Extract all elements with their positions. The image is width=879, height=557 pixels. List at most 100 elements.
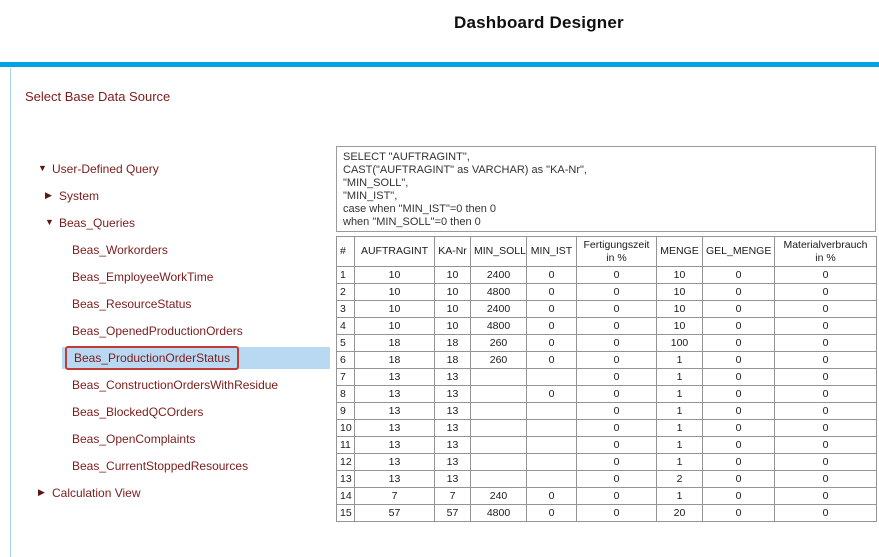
table-row: 8131300100 bbox=[337, 386, 877, 403]
chevron-right-icon[interactable]: ▶ bbox=[45, 191, 59, 200]
table-cell: 13 bbox=[355, 454, 435, 471]
table-row: 110102400001000 bbox=[337, 267, 877, 284]
table-cell: 10 bbox=[657, 284, 703, 301]
table-cell bbox=[527, 437, 577, 454]
tree-item-label: Beas_OpenComplaints bbox=[72, 432, 195, 446]
table-cell: 13 bbox=[435, 454, 471, 471]
tree-item-beas-currentstoppedresources[interactable]: Beas_CurrentStoppedResources bbox=[25, 452, 330, 479]
table-cell: 0 bbox=[703, 335, 775, 352]
table-cell: 57 bbox=[355, 505, 435, 522]
chevron-down-icon[interactable]: ▼ bbox=[38, 164, 52, 173]
chevron-down-icon[interactable]: ▼ bbox=[45, 218, 59, 227]
table-cell: 10 bbox=[657, 301, 703, 318]
table-row: 1557574800002000 bbox=[337, 505, 877, 522]
table-cell: 13 bbox=[435, 403, 471, 420]
table-cell: 13 bbox=[355, 386, 435, 403]
table-cell: 0 bbox=[775, 369, 877, 386]
table-cell: 2400 bbox=[471, 301, 527, 318]
table-cell: 0 bbox=[775, 318, 877, 335]
table-cell: 18 bbox=[355, 352, 435, 369]
table-cell: 15 bbox=[337, 505, 355, 522]
tree-item-beas-resourcestatus[interactable]: Beas_ResourceStatus bbox=[25, 290, 330, 317]
table-cell: 10 bbox=[337, 420, 355, 437]
table-row: 1213130100 bbox=[337, 454, 877, 471]
table-cell: 0 bbox=[577, 454, 657, 471]
table-cell bbox=[527, 369, 577, 386]
table-cell: 0 bbox=[703, 420, 775, 437]
table-cell: 0 bbox=[527, 386, 577, 403]
tree-item-beas-opencomplaints[interactable]: Beas_OpenComplaints bbox=[25, 425, 330, 452]
table-row: 1013130100 bbox=[337, 420, 877, 437]
tree-item-beas-queries[interactable]: ▼Beas_Queries bbox=[25, 209, 330, 236]
table-cell: 0 bbox=[527, 488, 577, 505]
table-cell: 0 bbox=[775, 488, 877, 505]
tree-item-beas-constructionorderswithresidue[interactable]: Beas_ConstructionOrdersWithResidue bbox=[25, 371, 330, 398]
table-cell: 0 bbox=[577, 335, 657, 352]
tree-item-calculation-view[interactable]: ▶Calculation View bbox=[25, 479, 330, 506]
table-cell: 1 bbox=[337, 267, 355, 284]
table-cell bbox=[471, 386, 527, 403]
table-cell: 100 bbox=[657, 335, 703, 352]
tree-item-user-defined-query[interactable]: ▼User-Defined Query bbox=[25, 155, 330, 182]
table-cell: 0 bbox=[775, 284, 877, 301]
table-cell: 18 bbox=[355, 335, 435, 352]
table-cell: 9 bbox=[337, 403, 355, 420]
table-cell: 260 bbox=[471, 352, 527, 369]
table-cell: 13 bbox=[355, 471, 435, 488]
table-cell: 3 bbox=[337, 301, 355, 318]
table-cell: 0 bbox=[703, 369, 775, 386]
column-header: Materialverbrauch in % bbox=[775, 237, 877, 267]
table-cell: 5 bbox=[337, 335, 355, 352]
table-row: 913130100 bbox=[337, 403, 877, 420]
tree-item-content: Calculation View bbox=[52, 482, 330, 504]
table-row: 147724000100 bbox=[337, 488, 877, 505]
table-cell: 10 bbox=[435, 267, 471, 284]
table-cell bbox=[471, 403, 527, 420]
tree-item-label: Beas_ConstructionOrdersWithResidue bbox=[72, 378, 278, 392]
table-cell: 0 bbox=[703, 437, 775, 454]
tree-item-content: Beas_ProductionOrderStatus bbox=[62, 347, 330, 369]
table-cell: 1 bbox=[657, 386, 703, 403]
table-cell: 0 bbox=[577, 284, 657, 301]
preview-table: #AUFTRAGINTKA-NrMIN_SOLLMIN_ISTFertigung… bbox=[336, 236, 877, 522]
tree-item-label: Beas_BlockedQCOrders bbox=[72, 405, 203, 419]
table-cell: 13 bbox=[435, 369, 471, 386]
column-header: MENGE bbox=[657, 237, 703, 267]
table-header-row: #AUFTRAGINTKA-NrMIN_SOLLMIN_ISTFertigung… bbox=[337, 237, 877, 267]
table-cell: 0 bbox=[775, 386, 877, 403]
tree-item-beas-employeeworktime[interactable]: Beas_EmployeeWorkTime bbox=[25, 263, 330, 290]
table-cell: 0 bbox=[703, 505, 775, 522]
tree-item-content: Beas_OpenComplaints bbox=[62, 428, 330, 450]
table-cell: 0 bbox=[775, 352, 877, 369]
table-cell: 13 bbox=[355, 437, 435, 454]
chevron-right-icon[interactable]: ▶ bbox=[38, 488, 52, 497]
table-cell: 1 bbox=[657, 352, 703, 369]
table-cell: 4800 bbox=[471, 318, 527, 335]
tree-item-content: Beas_OpenedProductionOrders bbox=[62, 320, 330, 342]
table-cell bbox=[471, 437, 527, 454]
table-cell: 0 bbox=[577, 301, 657, 318]
accent-bar bbox=[0, 62, 879, 67]
table-cell: 13 bbox=[355, 369, 435, 386]
tree-item-beas-productionorderstatus[interactable]: Beas_ProductionOrderStatus bbox=[25, 344, 330, 371]
sql-preview: SELECT "AUFTRAGINT",CAST("AUFTRAGINT" as… bbox=[336, 146, 876, 232]
tree-item-label: Beas_EmployeeWorkTime bbox=[72, 270, 213, 284]
page-title: Dashboard Designer bbox=[454, 13, 624, 33]
sql-line: when "MIN_SOLL"=0 then 0 bbox=[343, 216, 869, 229]
tree-item-label: Beas_ResourceStatus bbox=[72, 297, 191, 311]
tree-item-beas-openedproductionorders[interactable]: Beas_OpenedProductionOrders bbox=[25, 317, 330, 344]
tree-item-system[interactable]: ▶System bbox=[25, 182, 330, 209]
table-cell: 0 bbox=[775, 471, 877, 488]
table-cell: 0 bbox=[703, 488, 775, 505]
table-cell: 14 bbox=[337, 488, 355, 505]
tree-item-beas-blockedqcorders[interactable]: Beas_BlockedQCOrders bbox=[25, 398, 330, 425]
table-cell: 2400 bbox=[471, 267, 527, 284]
table-row: 410104800001000 bbox=[337, 318, 877, 335]
tree-item-beas-workorders[interactable]: Beas_Workorders bbox=[25, 236, 330, 263]
table-cell: 0 bbox=[577, 318, 657, 335]
table-cell: 13 bbox=[435, 437, 471, 454]
table-cell: 0 bbox=[577, 471, 657, 488]
table-cell: 10 bbox=[355, 267, 435, 284]
table-cell bbox=[527, 471, 577, 488]
table-cell: 7 bbox=[355, 488, 435, 505]
